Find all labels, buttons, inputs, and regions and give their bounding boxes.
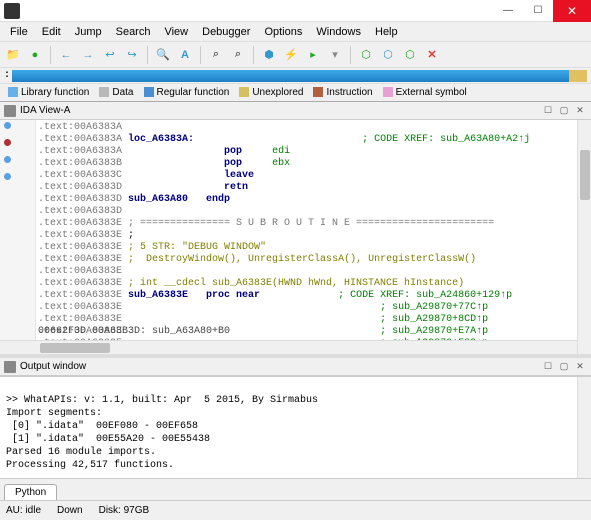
cancel-icon[interactable]: ✕ xyxy=(423,46,441,64)
pane-icon xyxy=(4,105,16,117)
minimize-button[interactable]: — xyxy=(493,0,523,22)
pane-max-button[interactable]: ▢ xyxy=(557,104,571,118)
menu-file[interactable]: File xyxy=(4,24,34,40)
legend-item: Instruction xyxy=(313,87,372,98)
disasm-line[interactable]: .text:00A6383E xyxy=(38,266,577,278)
v-scrollbar[interactable] xyxy=(577,120,591,354)
breakpoint-dot-icon[interactable] xyxy=(4,156,11,163)
maximize-button[interactable]: ☐ xyxy=(523,0,553,22)
nav2-icon[interactable]: ↪ xyxy=(123,46,141,64)
open-icon[interactable]: 📁 xyxy=(4,46,22,64)
pane-restore-button[interactable]: ☐ xyxy=(541,360,555,374)
menu-debugger[interactable]: Debugger xyxy=(196,24,256,40)
legend-item: Data xyxy=(99,87,133,98)
disasm-line[interactable]: .text:00A6383E ; 5 STR: "DEBUG WINDOW" xyxy=(38,242,577,254)
nav-icon[interactable]: ↩ xyxy=(101,46,119,64)
app-logo-icon xyxy=(4,3,20,19)
pane-close-button[interactable]: ✕ xyxy=(573,360,587,374)
disasm-line[interactable]: .text:00A6383A pop edi xyxy=(38,146,577,158)
pane-restore-button[interactable]: ☐ xyxy=(541,104,555,118)
d1-icon[interactable]: ▸ xyxy=(304,46,322,64)
legend: Library function Data Regular function Unex… xyxy=(0,84,591,102)
disasm-line[interactable]: .text:00A6383E ; sub_A29870+8CD↑p xyxy=(38,314,577,326)
disasm-line[interactable]: .text:00A6383E ; int __cdecl sub_A6383E(… xyxy=(38,278,577,290)
status-au: AU: idle xyxy=(6,505,41,516)
status-disk: Disk: 97GB xyxy=(99,505,150,516)
toolbar: 📁 ● ← → ↩ ↪ 🔍 A ⌕ ⌕ ⬢ ⚡ ▸ ▾ ⬡ ⬡ ⬡ ✕ xyxy=(0,42,591,68)
status-bar: AU: idle Down Disk: 97GB xyxy=(0,500,591,520)
run-icon[interactable]: ● xyxy=(26,46,44,64)
disasm-line[interactable]: .text:00A6383E ; sub_A29870+77C↑p xyxy=(38,302,577,314)
pane-max-button[interactable]: ▢ xyxy=(557,360,571,374)
menu-view[interactable]: View xyxy=(158,24,194,40)
legend-item: Library function xyxy=(8,87,89,98)
v-scrollbar[interactable] xyxy=(577,377,591,478)
disasm-line[interactable]: .text:00A6383E ; xyxy=(38,230,577,242)
disasm-line[interactable]: .text:00A6383E ; =============== S U B R… xyxy=(38,218,577,230)
ida-view-titlebar: IDA View-A ☐ ▢ ✕ xyxy=(0,102,591,120)
disasm-line[interactable]: .text:00A6383A loc_A6383A: ; CODE XREF: … xyxy=(38,134,577,146)
d2-icon[interactable]: ▾ xyxy=(326,46,344,64)
disasm-line[interactable]: .text:00A6383E ; DestroyWindow(), Unregi… xyxy=(38,254,577,266)
tab-python[interactable]: Python xyxy=(4,484,57,500)
output-tabs: Python xyxy=(0,478,591,500)
tool2-icon[interactable]: ⌕ xyxy=(229,46,247,64)
menu-windows[interactable]: Windows xyxy=(310,24,367,40)
nav-overview-bar[interactable] xyxy=(12,70,587,82)
status-down: Down xyxy=(57,505,83,516)
text-icon[interactable]: A xyxy=(176,46,194,64)
navigation-bar[interactable]: : xyxy=(0,68,591,84)
g1-icon[interactable]: ⬡ xyxy=(357,46,375,64)
h-scrollbar[interactable] xyxy=(0,340,577,354)
breakpoint-dot-icon[interactable] xyxy=(4,173,11,180)
tool1-icon[interactable]: ⌕ xyxy=(207,46,225,64)
pane-close-button[interactable]: ✕ xyxy=(573,104,587,118)
disasm-line[interactable]: .text:00A6383C leave xyxy=(38,170,577,182)
legend-item: External symbol xyxy=(383,87,467,98)
menu-jump[interactable]: Jump xyxy=(69,24,108,40)
g3-icon[interactable]: ⬡ xyxy=(401,46,419,64)
breakpoint-dot-icon[interactable] xyxy=(4,122,11,129)
output-text[interactable]: >> WhatAPIs: v: 1.1, built: Apr 5 2015, … xyxy=(0,376,591,478)
chart-icon[interactable]: ⬢ xyxy=(260,46,278,64)
forward-icon[interactable]: → xyxy=(79,46,97,64)
legend-item: Unexplored xyxy=(239,87,303,98)
menu-help[interactable]: Help xyxy=(369,24,404,40)
breakpoint-dot-icon[interactable] xyxy=(4,139,11,146)
gutter xyxy=(0,120,36,354)
menu-options[interactable]: Options xyxy=(258,24,308,40)
disasm-line[interactable]: .text:00A6383D xyxy=(38,206,577,218)
pane-icon xyxy=(4,361,16,373)
back-icon[interactable]: ← xyxy=(57,46,75,64)
disasm-line[interactable]: .text:00A6383E sub_A6383E proc near ; CO… xyxy=(38,290,577,302)
disassembly-view[interactable]: .text:00A6383A.text:00A6383A loc_A6383A:… xyxy=(0,120,591,354)
output-titlebar: Output window ☐ ▢ ✕ xyxy=(0,358,591,376)
output-title: Output window xyxy=(20,361,86,372)
ida-view-title: IDA View-A xyxy=(20,105,70,116)
bolt-icon[interactable]: ⚡ xyxy=(282,46,300,64)
disasm-line[interactable]: .text:00A6383D retn xyxy=(38,182,577,194)
g2-icon[interactable]: ⬡ xyxy=(379,46,397,64)
nav-colon: : xyxy=(4,70,12,81)
search-icon[interactable]: 🔍 xyxy=(154,46,172,64)
menu-edit[interactable]: Edit xyxy=(36,24,67,40)
disasm-line[interactable]: .text:00A6383D sub_A63A80 endp xyxy=(38,194,577,206)
disasm-line[interactable]: .text:00A6383B pop ebx xyxy=(38,158,577,170)
legend-item: Regular function xyxy=(144,87,230,98)
disasm-status: 00662F3D 00A63B3D: sub_A63A80+B0 xyxy=(38,326,230,338)
disasm-line[interactable]: .text:00A6383A xyxy=(38,122,577,134)
close-button[interactable]: ✕ xyxy=(553,0,591,22)
menu-search[interactable]: Search xyxy=(110,24,157,40)
